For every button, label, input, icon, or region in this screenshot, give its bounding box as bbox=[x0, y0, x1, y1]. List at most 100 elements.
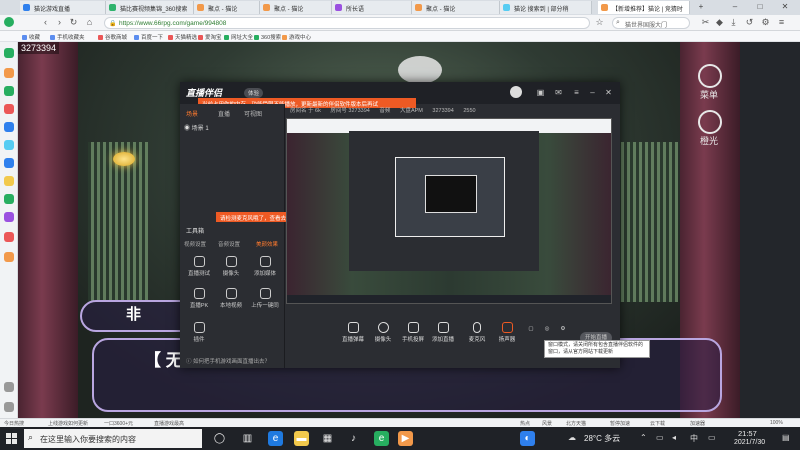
stream-preview[interactable] bbox=[286, 118, 612, 304]
status-item[interactable]: 云下载 bbox=[650, 420, 665, 427]
mail-icon[interactable]: ✉ bbox=[554, 88, 563, 97]
sidebar-app-icon[interactable] bbox=[4, 176, 14, 186]
volume-icon[interactable]: ◎ bbox=[542, 326, 552, 332]
status-item[interactable]: 暂停加速 bbox=[610, 420, 630, 427]
browser-tab[interactable]: 猫比赛视频集锦_360搜索 bbox=[106, 1, 194, 14]
tool-camera[interactable]: 摄像头 bbox=[216, 256, 246, 282]
status-item[interactable]: 加速器 bbox=[690, 420, 705, 427]
app-menu-icon[interactable]: ≡ bbox=[572, 88, 581, 97]
help-link[interactable]: ⓘ 如何把手机游戏画面直播出去？ bbox=[180, 354, 285, 368]
scene-item[interactable]: ◉ 场景 1 bbox=[184, 123, 209, 132]
sidebar-app-icon[interactable] bbox=[4, 104, 14, 114]
status-item[interactable]: 一口3600+元 bbox=[104, 420, 133, 427]
source-tab-video[interactable]: 视频设置 bbox=[184, 240, 206, 248]
tool-live-test[interactable]: 直播测试 bbox=[184, 256, 214, 282]
avatar[interactable] bbox=[510, 86, 522, 98]
browser-tab[interactable]: 所长语 bbox=[332, 1, 412, 14]
status-item[interactable]: 直播游戏最高 bbox=[154, 420, 184, 427]
microphone-button[interactable]: 麦克风 bbox=[462, 322, 492, 343]
bookmark-item[interactable]: 百度一下 bbox=[134, 33, 163, 41]
sidebar-app-icon[interactable] bbox=[4, 232, 14, 242]
download-icon[interactable]: ⤓ bbox=[728, 17, 739, 28]
new-tab-icon[interactable]: + bbox=[696, 2, 706, 12]
clock-date[interactable]: 2021/7/30 bbox=[734, 439, 765, 446]
zoom-level[interactable]: 100% bbox=[770, 420, 783, 426]
store-icon[interactable]: ▦ bbox=[320, 431, 335, 446]
light-button[interactable] bbox=[698, 110, 722, 134]
browser-tab[interactable]: 猫论 搜索到 | 部分稍 bbox=[500, 1, 592, 14]
source-tab-audio[interactable]: 音频设置 bbox=[218, 240, 240, 248]
app-close-icon[interactable]: ✕ bbox=[604, 88, 613, 97]
phone-cast-button[interactable]: 手机投屏 bbox=[398, 322, 428, 343]
bookmark-item[interactable]: 360搜索 bbox=[254, 33, 281, 41]
tool-sync[interactable]: 上传一键同 bbox=[250, 288, 280, 314]
status-item[interactable]: 热点 bbox=[520, 420, 530, 427]
back-icon[interactable]: ‹ bbox=[40, 17, 51, 28]
game-menu-button[interactable] bbox=[698, 64, 722, 88]
browser-360-icon[interactable]: e bbox=[374, 431, 389, 446]
browser-tab[interactable]: 聚点 - 猫论 bbox=[194, 1, 260, 14]
browser-tab-active[interactable]: 【新增推荐】猫论 | 竞猜时 bbox=[598, 1, 690, 14]
network-icon[interactable]: ▭ bbox=[656, 433, 664, 442]
status-item[interactable]: 北方天猫 bbox=[566, 420, 586, 427]
sidebar-app-icon[interactable] bbox=[4, 140, 14, 150]
tool-live-pk[interactable]: 直播PK bbox=[184, 288, 214, 314]
star-icon[interactable]: ☆ bbox=[594, 17, 605, 28]
weather-text[interactable]: 28°C 多云 bbox=[584, 433, 620, 444]
record-icon[interactable]: ▢ bbox=[526, 326, 536, 332]
tool-plugin[interactable]: 插件 bbox=[184, 322, 214, 348]
status-item[interactable]: 上线游戏如何更新 bbox=[48, 420, 88, 427]
bookmark-item[interactable]: 收藏 bbox=[22, 33, 40, 41]
ime-icon[interactable]: 中 bbox=[690, 433, 698, 444]
browser-tab[interactable]: 聚点 - 猫论 bbox=[412, 1, 500, 14]
history-icon[interactable]: ↺ bbox=[744, 17, 755, 28]
settings-icon[interactable]: ⚙ bbox=[558, 326, 568, 332]
menu-icon[interactable]: ≡ bbox=[776, 17, 787, 28]
clock-time[interactable]: 21:57 bbox=[738, 429, 757, 438]
sidebar-app-icon[interactable] bbox=[4, 252, 14, 262]
maximize-icon[interactable]: □ bbox=[755, 2, 765, 12]
tray-up-icon[interactable]: ⌃ bbox=[640, 433, 647, 442]
tab-visual[interactable]: 可视图 bbox=[244, 109, 262, 118]
bookmark-item[interactable]: 爱淘宝 bbox=[198, 33, 222, 41]
sidebar-app-icon[interactable] bbox=[4, 86, 14, 96]
sidebar-add-icon[interactable] bbox=[4, 382, 14, 392]
url-input[interactable]: 🔒 https://www.66rpg.com/game/994808 bbox=[104, 17, 590, 29]
sidebar-app-icon[interactable] bbox=[4, 122, 14, 132]
status-item[interactable]: 风景 bbox=[542, 420, 552, 427]
taskbar-search-input[interactable]: ⌕ 在这里输入你要搜索的内容 bbox=[24, 429, 202, 448]
speaker-button[interactable]: 扬声器 bbox=[492, 322, 522, 343]
danmaku-button[interactable]: 直播弹幕 bbox=[338, 322, 368, 343]
reload-icon[interactable]: ↻ bbox=[68, 17, 79, 28]
sidebar-app-icon[interactable] bbox=[4, 194, 14, 204]
add-live-button[interactable]: 添加直播 bbox=[428, 322, 458, 343]
windows-start-icon[interactable] bbox=[6, 433, 17, 444]
folder-icon[interactable]: ▬ bbox=[294, 431, 309, 446]
status-hot-search[interactable]: 今日热搜 bbox=[4, 420, 24, 427]
edge-icon[interactable]: e bbox=[268, 431, 283, 446]
browser-tab[interactable]: 猫论游戏直播 bbox=[20, 1, 106, 14]
minimize-icon[interactable]: – bbox=[730, 2, 740, 12]
extension-icon[interactable]: ✂ bbox=[700, 17, 711, 28]
tool-add-media[interactable]: 添加媒体 bbox=[250, 256, 280, 282]
settings-icon[interactable]: ⚙ bbox=[760, 17, 771, 28]
tab-scene[interactable]: 场景 bbox=[186, 109, 198, 118]
forward-icon[interactable]: › bbox=[54, 17, 65, 28]
tool-local-video[interactable]: 本地视频 bbox=[216, 288, 246, 314]
app-e-icon[interactable] bbox=[4, 48, 14, 58]
app-version-badge[interactable]: 体验 bbox=[244, 88, 264, 98]
bookmark-item[interactable]: 网址大全 bbox=[224, 33, 253, 41]
sidebar-settings-icon[interactable] bbox=[4, 402, 14, 412]
sidebar-app-icon[interactable] bbox=[4, 212, 14, 222]
display-icon[interactable]: ▭ bbox=[708, 433, 716, 442]
eye-icon[interactable]: ◉ bbox=[184, 126, 192, 132]
tab-live[interactable]: 直播 bbox=[218, 109, 230, 118]
sidebar-app-icon[interactable] bbox=[4, 68, 14, 78]
close-icon[interactable]: ✕ bbox=[780, 2, 790, 12]
task-switch-icon[interactable]: ▥ bbox=[240, 431, 255, 446]
gift-icon[interactable]: ▣ bbox=[536, 88, 545, 97]
bookmark-item[interactable]: 天猫精选 bbox=[168, 33, 197, 41]
live-partner-taskbar-icon[interactable]: ▶ bbox=[398, 431, 413, 446]
bookmark-item[interactable]: 游戏中心 bbox=[282, 33, 311, 41]
app-minimize-icon[interactable]: – bbox=[588, 88, 597, 97]
